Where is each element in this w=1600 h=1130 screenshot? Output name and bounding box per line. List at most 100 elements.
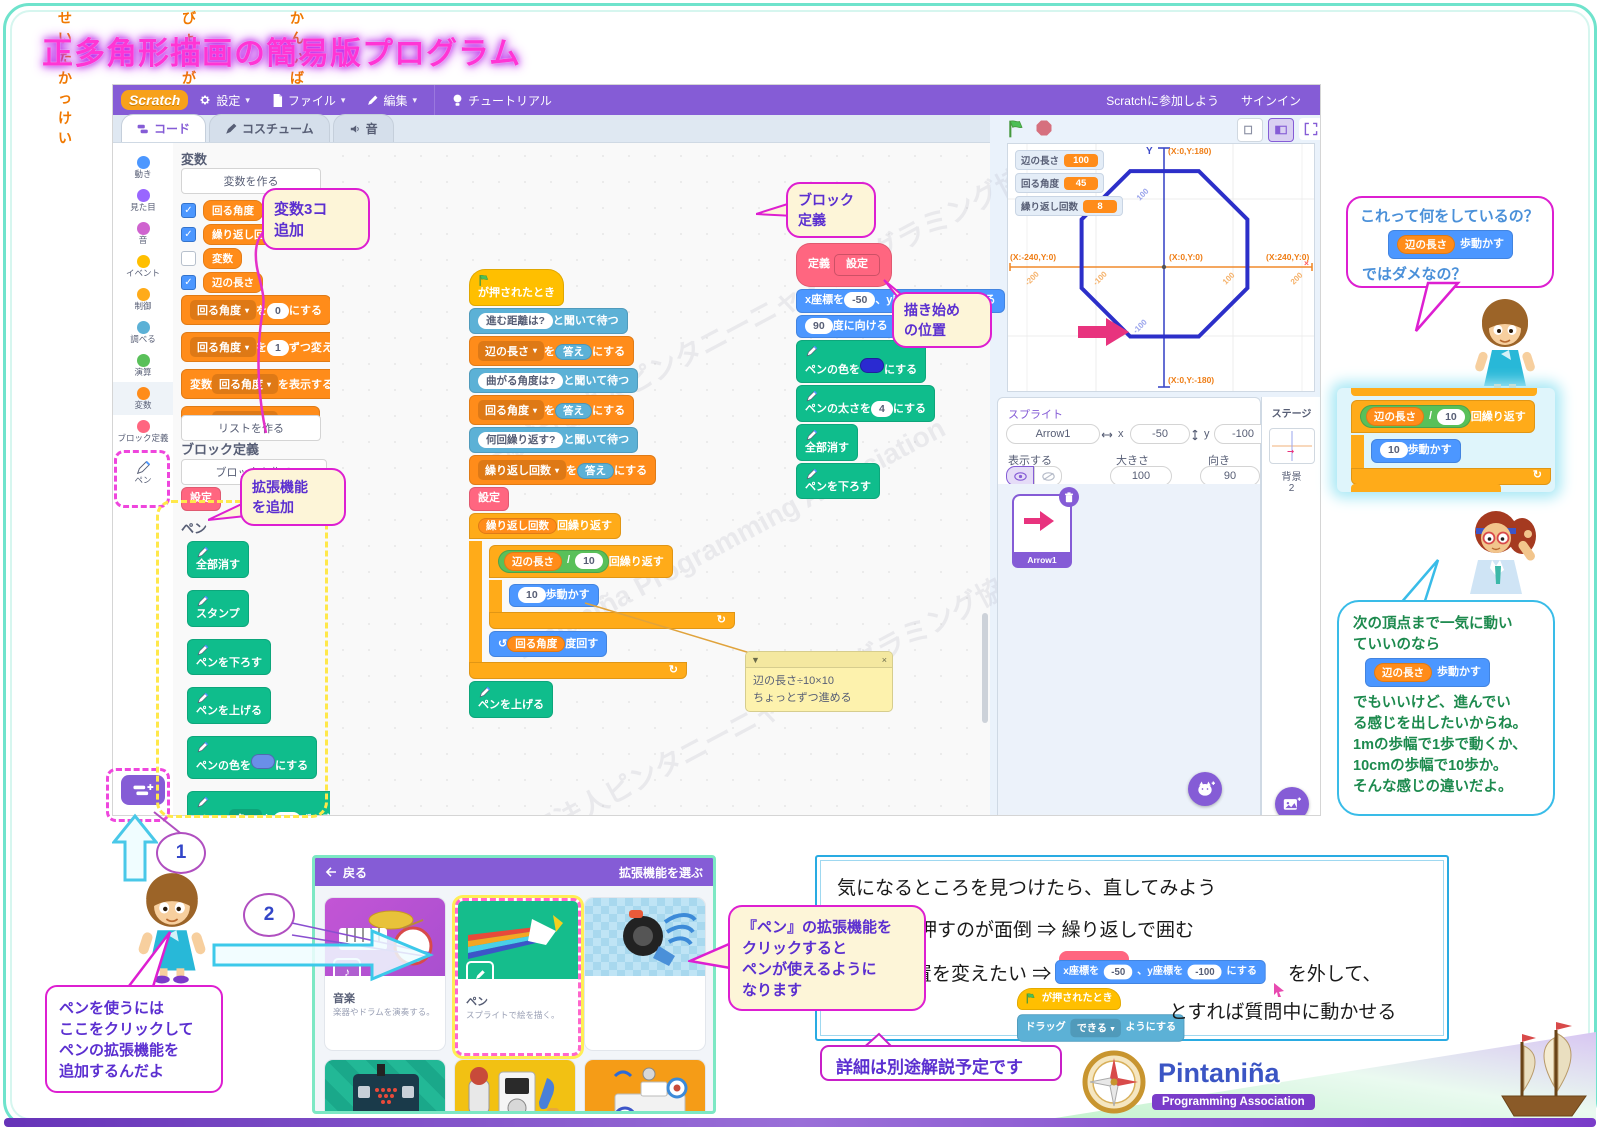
stage-panel[interactable]: ステージ 背景 2	[1261, 397, 1320, 815]
menu-sign-in[interactable]: サインイン	[1230, 85, 1312, 115]
scratch-block[interactable]: 設定	[469, 487, 509, 511]
scratch-block[interactable]: が押されたとき	[469, 269, 564, 306]
category-item[interactable]: ブロック定義	[113, 415, 173, 448]
menu-edit[interactable]: 編集▾	[356, 85, 428, 115]
loop-end[interactable]: ↻	[1351, 468, 1551, 485]
category-item[interactable]: イベント	[113, 250, 173, 283]
script-comment[interactable]: ▼× 辺の長さ÷10×10 ちょっとずつ進める	[745, 651, 893, 712]
add-sprite-button[interactable]	[1188, 772, 1222, 806]
teacher-bubble-tail	[1390, 556, 1450, 606]
category-item[interactable]: 音	[113, 217, 173, 250]
dropdown-field[interactable]: 回る角度▾	[478, 400, 544, 420]
scratch-block[interactable]: ペンの太さを4にする	[796, 385, 935, 422]
color-swatch[interactable]	[251, 754, 275, 769]
menu-file[interactable]: ファイル▾	[261, 85, 357, 115]
add-backdrop-button[interactable]	[1275, 787, 1309, 815]
question-line-1: これって何をしているの？	[1348, 198, 1552, 226]
scratch-block[interactable]: 定義設定	[796, 243, 892, 287]
extension-card-pen[interactable]: ペン スプライトで絵を描く。	[455, 898, 581, 1056]
extension-card-ev3[interactable]	[455, 1060, 575, 1114]
variable-checkbox[interactable]	[181, 251, 196, 266]
scratch-block[interactable]: 繰り返し回数▾を答えにする	[469, 455, 656, 485]
show-sprite-button[interactable]	[1006, 466, 1034, 486]
scratch-block[interactable]: 90度に向ける	[796, 315, 897, 339]
category-pen-label: ペン	[134, 476, 151, 485]
dropdown-field[interactable]: 繰り返し回数▾	[478, 460, 566, 480]
scratch-block[interactable]: ペンを上げる	[469, 681, 553, 718]
scratch-block[interactable]: ペンの色をにする	[187, 736, 317, 779]
code-scrollbar[interactable]	[982, 613, 988, 723]
scratch-block[interactable]: が押されたとき	[1017, 988, 1121, 1010]
scratch-block[interactable]: 辺の長さ/10回繰り返す	[1351, 400, 1535, 433]
green-flag-icon[interactable]	[1007, 119, 1027, 139]
scratch-block[interactable]: ペンを上げる	[187, 687, 271, 724]
scratch-block[interactable]: 10歩動かす	[1371, 439, 1461, 463]
category-pen[interactable]: ペン	[113, 456, 173, 489]
extension-card-boost[interactable]	[585, 1060, 705, 1114]
pen-icon	[196, 692, 262, 705]
sprite-direction-input[interactable]: 90	[1200, 466, 1260, 486]
sprite-size-input[interactable]: 100	[1110, 466, 1172, 486]
sprite-x-input[interactable]: -50	[1130, 424, 1190, 444]
tab-sounds[interactable]: 音	[333, 114, 394, 142]
category-item[interactable]: 見た目	[113, 184, 173, 217]
menu-tutorial[interactable]: チュートリアル	[441, 85, 563, 115]
scratch-block[interactable]: 進む距離は?と聞いて待つ	[469, 308, 628, 334]
dropdown-field[interactable]: 色▾	[229, 809, 262, 815]
scratch-block[interactable]: 繰り返し回数回繰り返す	[469, 513, 621, 539]
scratch-block[interactable]: スタンプ	[187, 590, 249, 627]
scratch-block[interactable]: 全部消す	[187, 541, 249, 578]
scratch-block[interactable]: 辺の長さ歩動かす	[1388, 230, 1513, 259]
fullscreen-button[interactable]	[1299, 118, 1320, 140]
scratch-logo[interactable]: Scratch	[121, 90, 188, 110]
scratch-block[interactable]: 辺の長さ/10回繰り返す	[489, 545, 673, 578]
variable-checkbox[interactable]: ✓	[181, 227, 196, 242]
menu-join-scratch[interactable]: Scratchに参加しよう	[1095, 85, 1230, 115]
tab-code[interactable]: コード	[121, 114, 206, 142]
scratch-block[interactable]: 辺の長さ▾を答えにする	[469, 336, 634, 366]
color-swatch[interactable]	[860, 358, 884, 373]
large-stage-button[interactable]	[1268, 118, 1294, 142]
y-label: y	[1204, 428, 1210, 440]
hide-sprite-button[interactable]	[1034, 466, 1062, 486]
comment-close-icon[interactable]: ×	[882, 655, 887, 665]
draw-start-note: 描き始め の位置	[892, 292, 992, 348]
category-item[interactable]: 演算	[113, 349, 173, 382]
menu-settings[interactable]: 設定▾	[188, 85, 261, 115]
loop-end[interactable]: ↻	[469, 662, 687, 679]
pencil-icon	[367, 95, 378, 106]
scratch-block[interactable]: 辺の長さ歩動かす	[1365, 658, 1490, 687]
delete-sprite-button[interactable]	[1059, 487, 1079, 507]
pen-howto-bubble: ペンを使うには ここをクリックして ペンの拡張機能を 追加するんだよ	[45, 985, 223, 1093]
variable-checkbox[interactable]: ✓	[181, 275, 196, 290]
scratch-block[interactable]: 全部消す	[796, 424, 858, 461]
backdrop-thumbnail[interactable]	[1269, 428, 1315, 464]
dropdown-field[interactable]: できる▾	[1070, 1019, 1120, 1037]
stage[interactable]: 辺の長さ100回る角度45繰り返し回数8 Y (X:0,Y:180) (X:0,…	[1007, 143, 1315, 392]
note-line-4: とすれば質問中に動かせる	[1169, 997, 1396, 1024]
extension-card-video[interactable]	[585, 898, 705, 1050]
comment-collapse-icon[interactable]: ▼	[751, 655, 760, 665]
category-item[interactable]: 制御	[113, 283, 173, 316]
small-stage-button[interactable]	[1237, 118, 1263, 142]
add-extension-button[interactable]	[121, 775, 165, 805]
scratch-block[interactable]: x座標を-50、y座標を-100にする	[1055, 960, 1265, 984]
sprite-name-input[interactable]: Arrow1	[1006, 424, 1100, 444]
back-button[interactable]: 戻る	[325, 864, 367, 881]
extension-card-microbit[interactable]	[325, 1060, 445, 1114]
scratch-block[interactable]: 曲がる角度は?と聞いて待つ	[469, 368, 638, 394]
stop-icon[interactable]	[1035, 119, 1053, 137]
category-item[interactable]: 調べる	[113, 316, 173, 349]
scratch-block[interactable]: 回る角度▾を答えにする	[469, 395, 634, 425]
scratch-block[interactable]: ドラッグできる▾ようにする	[1017, 1014, 1184, 1042]
variable-checkbox[interactable]: ✓	[181, 203, 196, 218]
sprite-thumbnail-arrow1[interactable]: Arrow1	[1012, 494, 1072, 568]
category-item[interactable]: 変数	[113, 382, 173, 415]
scratch-block[interactable]: ペンを下ろす	[187, 639, 271, 676]
teacher-body-text: でもいいけど、進んでい る感じを出したいからね。 1mの歩幅で1歩で動くか、 1…	[1339, 689, 1553, 796]
scratch-block[interactable]: ペンを下ろす	[796, 463, 880, 500]
tab-costumes[interactable]: コスチューム	[209, 114, 330, 142]
scratch-block[interactable]: 何回繰り返す?と聞いて待つ	[469, 427, 638, 453]
dropdown-field[interactable]: 辺の長さ▾	[478, 341, 544, 361]
category-item[interactable]: 動き	[113, 151, 173, 184]
